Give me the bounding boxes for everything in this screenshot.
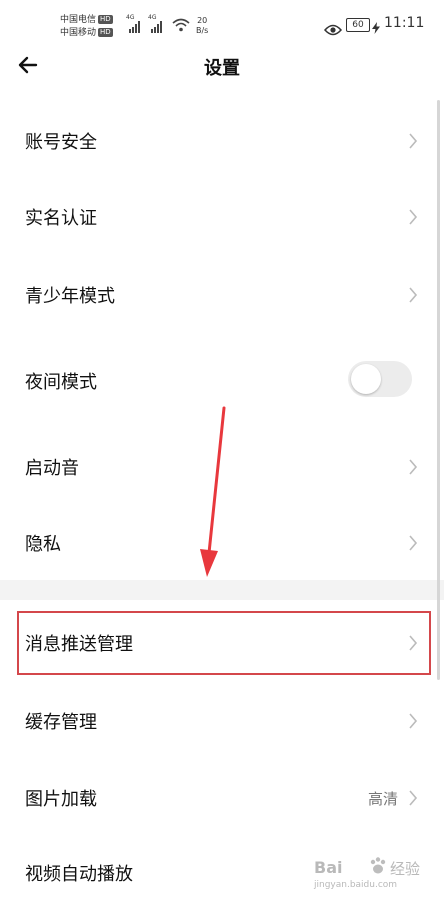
setting-label: 夜间模式 bbox=[25, 372, 97, 393]
network-type: 4G bbox=[148, 14, 157, 21]
annotation-arrow-icon bbox=[200, 406, 226, 577]
net-speed: 20 B/s bbox=[196, 16, 208, 36]
eye-icon bbox=[323, 21, 343, 40]
watermark-logo: Bai bbox=[314, 858, 343, 877]
signal-icon: 4G bbox=[148, 14, 164, 37]
battery-icon: 60 bbox=[346, 18, 370, 32]
setting-account-security[interactable]: 账号安全 bbox=[0, 120, 444, 162]
chevron-right-icon bbox=[409, 287, 418, 303]
clock: 11:11 bbox=[384, 15, 425, 31]
chevron-right-icon bbox=[409, 209, 418, 225]
chevron-right-icon bbox=[409, 133, 418, 149]
status-bar: 中国电信 HD 中国移动 HD 4G 4G 20 B/s 60 11:11 bbox=[0, 0, 444, 44]
network-type: 4G bbox=[126, 14, 135, 21]
section-divider bbox=[0, 580, 444, 600]
charging-icon bbox=[372, 19, 380, 38]
watermark-suffix: 经验 bbox=[390, 860, 421, 878]
hd-badge: HD bbox=[98, 15, 113, 24]
setting-label: 隐私 bbox=[25, 534, 61, 555]
wifi-icon bbox=[172, 17, 190, 36]
setting-label: 实名认证 bbox=[25, 208, 97, 229]
setting-real-name[interactable]: 实名认证 bbox=[0, 196, 444, 238]
setting-youth-mode[interactable]: 青少年模式 bbox=[0, 274, 444, 316]
page-title: 设置 bbox=[204, 58, 240, 79]
night-mode-toggle[interactable] bbox=[348, 361, 412, 397]
watermark-url: jingyan.baidu.com bbox=[314, 880, 398, 890]
chevron-right-icon bbox=[409, 713, 418, 729]
setting-label: 图片加载 bbox=[25, 789, 97, 810]
setting-label: 缓存管理 bbox=[25, 712, 97, 733]
setting-label: 账号安全 bbox=[25, 132, 97, 153]
chevron-right-icon bbox=[409, 790, 418, 806]
carrier-info: 中国电信 HD 中国移动 HD bbox=[60, 14, 113, 40]
chevron-right-icon bbox=[409, 535, 418, 551]
baidu-watermark: Bai 经验 jingyan.baidu.com bbox=[314, 856, 434, 896]
signal-icon: 4G bbox=[126, 14, 142, 37]
net-speed-value: 20 bbox=[197, 16, 208, 25]
hd-badge: HD bbox=[98, 28, 113, 37]
toggle-knob bbox=[351, 364, 381, 394]
carrier-2: 中国移动 bbox=[60, 28, 97, 38]
setting-label: 启动音 bbox=[25, 458, 79, 479]
header: 设置 bbox=[0, 44, 444, 90]
net-speed-unit: B/s bbox=[196, 26, 209, 35]
carrier-1: 中国电信 bbox=[60, 15, 97, 25]
setting-image-loading[interactable]: 图片加载 高清 bbox=[0, 777, 444, 819]
scrollbar[interactable] bbox=[437, 100, 440, 680]
setting-label: 视频自动播放 bbox=[25, 864, 133, 885]
setting-label: 青少年模式 bbox=[25, 286, 115, 307]
chevron-right-icon bbox=[409, 459, 418, 475]
paw-icon bbox=[370, 857, 386, 874]
setting-value: 高清 bbox=[367, 790, 398, 808]
setting-cache-management[interactable]: 缓存管理 bbox=[0, 700, 444, 742]
highlight-box bbox=[17, 611, 431, 675]
